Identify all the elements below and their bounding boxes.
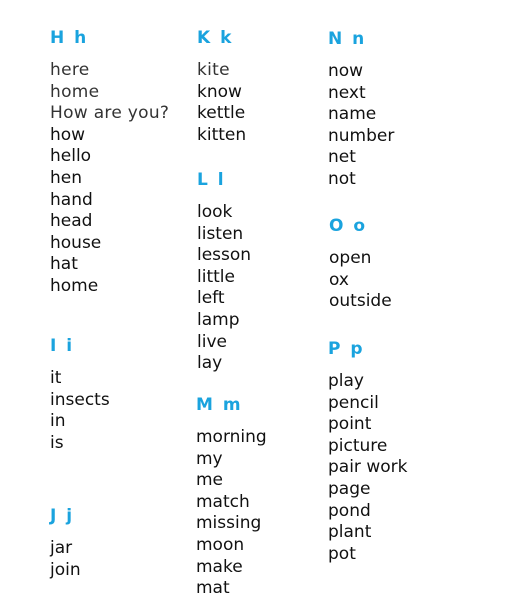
word-item: How are you? <box>50 103 170 124</box>
word-list: kite know kettle kitten <box>197 60 246 146</box>
word-item: hand <box>50 189 93 210</box>
word-item: now <box>328 61 364 81</box>
section-heading: P p <box>328 339 365 359</box>
word-item: lesson <box>197 245 252 266</box>
word-item: outside <box>329 291 392 312</box>
word-list: morning my me match missing moon make ma… <box>196 427 267 600</box>
word-item: number <box>328 125 395 146</box>
word-item: pencil <box>328 392 379 413</box>
word-item: left <box>197 288 225 309</box>
section-i: I i it insects in is <box>50 336 110 454</box>
word-item: net <box>328 147 356 168</box>
word-item: here <box>50 60 90 80</box>
word-item: head <box>50 211 93 232</box>
section-heading: I i <box>50 336 75 356</box>
word-item: is <box>50 432 64 453</box>
section-heading: K k <box>197 28 234 48</box>
word-item: join <box>50 559 81 580</box>
word-item: me <box>196 470 224 491</box>
section-k: K k kite know kettle kitten <box>197 28 246 146</box>
word-item: listen <box>197 223 244 244</box>
word-item: kettle <box>197 103 246 124</box>
word-list: here home How are you? how hello hen han… <box>50 60 169 298</box>
word-list: open ox outside <box>329 248 392 313</box>
section-n: N n now next name number net not <box>328 29 394 191</box>
word-item: hat <box>50 254 78 275</box>
word-item: look <box>197 202 233 222</box>
section-heading: L l <box>197 170 226 190</box>
section-heading: J j <box>50 506 75 526</box>
word-item: make <box>196 556 243 577</box>
word-list: jar join <box>50 538 81 581</box>
word-item: kite <box>197 60 230 80</box>
word-item: morning <box>196 427 267 447</box>
word-item: it <box>50 368 62 388</box>
word-item: pond <box>328 500 371 521</box>
section-heading: O o <box>329 216 368 236</box>
word-item: kitten <box>197 124 247 145</box>
section-p: P p play pencil point picture pair work … <box>328 339 407 565</box>
word-item: lamp <box>197 309 240 330</box>
word-list: it insects in is <box>50 368 110 454</box>
word-item: pot <box>328 543 356 564</box>
word-item: point <box>328 414 372 435</box>
word-item: not <box>328 168 356 189</box>
word-item: know <box>197 81 242 102</box>
word-item: name <box>328 104 377 125</box>
word-item: home <box>50 81 100 102</box>
word-item: moon <box>196 534 245 555</box>
word-item: play <box>328 371 364 391</box>
section-h: H h here home How are you? how hello hen… <box>50 28 169 298</box>
word-item: how <box>50 124 86 145</box>
word-item: match <box>196 491 250 512</box>
word-list: look listen lesson little left lamp live… <box>197 202 251 375</box>
word-item: live <box>197 331 227 352</box>
section-o: O o open ox outside <box>329 216 392 313</box>
word-item: home <box>50 275 99 296</box>
word-list: now next name number net not <box>328 61 394 191</box>
word-item: jar <box>50 538 73 558</box>
word-item: missing <box>196 513 262 534</box>
section-m: M m morning my me match missing moon mak… <box>196 395 267 600</box>
word-list: play pencil point picture pair work page… <box>328 371 407 565</box>
word-item: page <box>328 478 371 499</box>
word-item: next <box>328 82 366 103</box>
word-item: insects <box>50 389 110 410</box>
section-heading: H h <box>50 28 89 48</box>
word-item: picture <box>328 435 388 456</box>
word-item: in <box>50 411 66 432</box>
word-item: house <box>50 232 102 253</box>
section-heading: N n <box>328 29 367 49</box>
word-item: lay <box>197 353 223 374</box>
word-item: my <box>196 448 223 469</box>
word-item: hen <box>50 167 83 188</box>
section-l: L l look listen lesson little left lamp … <box>197 170 251 375</box>
word-item: ox <box>329 269 349 290</box>
word-item: open <box>329 248 372 268</box>
word-item: pair work <box>328 457 408 478</box>
word-item: hello <box>50 146 92 167</box>
word-item: little <box>197 266 235 287</box>
section-j: J j jar join <box>50 506 81 581</box>
word-item: plant <box>328 522 372 543</box>
section-heading: M m <box>196 395 243 415</box>
